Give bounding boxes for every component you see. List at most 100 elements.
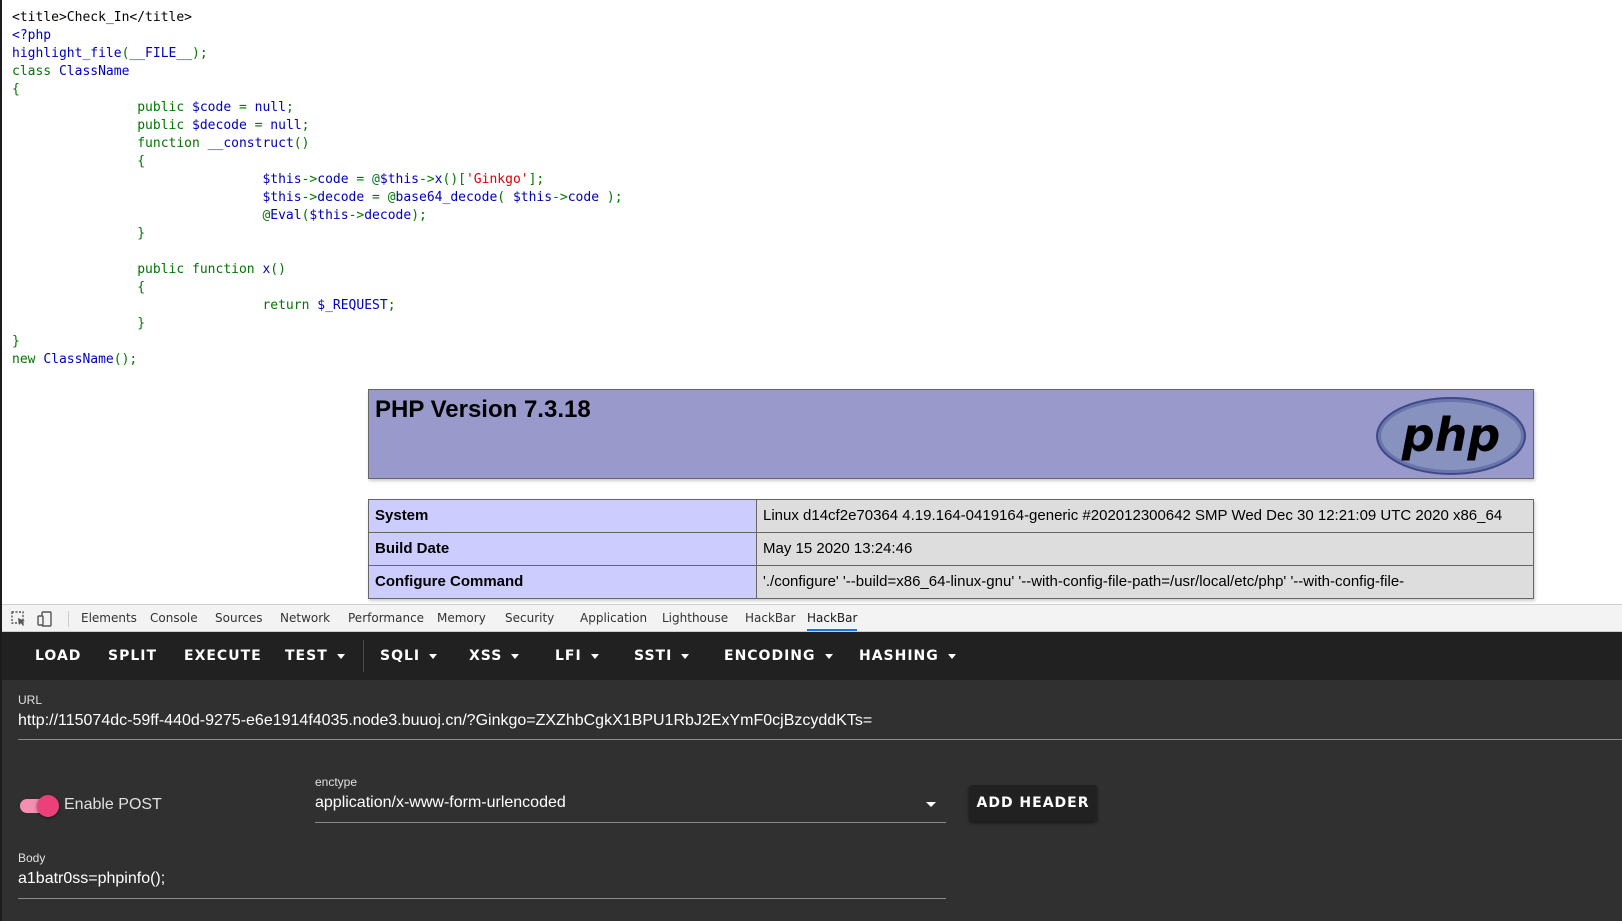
phpinfo-key: System — [368, 499, 757, 533]
code-token: function — [12, 136, 208, 151]
devtools-tab-hackbar[interactable]: HackBar — [745, 605, 795, 631]
code-token: new — [12, 352, 44, 367]
button-label: LFI — [555, 648, 582, 664]
devtools-tab-memory[interactable]: Memory — [437, 605, 486, 631]
enable-post-switch-thumb[interactable] — [37, 795, 59, 817]
devtools-tab-performance[interactable]: Performance — [348, 605, 424, 631]
caret-down-icon — [824, 653, 833, 659]
ssti-button[interactable]: SSTI — [634, 632, 690, 680]
code-token: -> — [348, 208, 365, 223]
load-button[interactable]: LOAD — [35, 632, 81, 680]
code-token: $this — [512, 190, 553, 205]
code-line: } — [12, 225, 623, 243]
toolbar-separator — [363, 640, 364, 672]
code-token: ClassName — [43, 352, 114, 367]
window-left-border — [0, 0, 2, 921]
code-token: public — [12, 262, 193, 277]
code-token: null — [254, 100, 286, 115]
code-token: null — [270, 118, 302, 133]
enctype-select[interactable]: application/x-www-form-urlencoded — [315, 790, 946, 823]
body-input[interactable]: a1batr0ss=phpinfo(); — [18, 866, 946, 899]
code-token: { — [12, 280, 146, 295]
code-token: __construct — [207, 136, 294, 151]
code-line: $this->decode = @base64_decode( $this->c… — [12, 189, 623, 207]
code-token: Eval — [270, 208, 302, 223]
caret-down-icon — [336, 653, 345, 659]
test-button[interactable]: TEST — [285, 632, 345, 680]
url-input[interactable]: http://115074dc-59ff-440d-9275-e6e1914f4… — [18, 708, 1622, 740]
code-token: = @ — [372, 190, 396, 205]
inspect-element-icon[interactable] — [10, 610, 28, 628]
code-line: @Eval($this->decode); — [12, 207, 623, 225]
code-token: = @ — [356, 172, 380, 187]
xss-button[interactable]: XSS — [469, 632, 520, 680]
button-label: TEST — [285, 648, 328, 664]
devtools-separator — [68, 611, 69, 627]
devtools-tab-network[interactable]: Network — [280, 605, 330, 631]
code-token: ()[ — [442, 172, 466, 187]
phpinfo-output: PHP Version 7.3.18 php System Linux d14cf… — [368, 389, 1534, 599]
code-token: ClassName — [58, 64, 130, 79]
code-token: { — [12, 154, 146, 169]
devtools-tab-lighthouse[interactable]: Lighthouse — [662, 605, 728, 631]
code-token: ; — [285, 100, 294, 115]
code-line: } — [12, 315, 623, 333]
devtools-tab-hackbar-2[interactable]: HackBar — [807, 605, 858, 631]
add-header-button[interactable]: ADD HEADER — [969, 785, 1097, 821]
code-line: return $_REQUEST; — [12, 297, 623, 315]
sqli-button[interactable]: SQLI — [380, 632, 438, 680]
code-token: { — [12, 82, 20, 97]
hackbar-toolbar: LOAD SPLIT EXECUTE TEST SQLI XSS LFI SSTI ENCODI… — [0, 632, 1622, 680]
button-label: SQLI — [380, 648, 421, 664]
encoding-button[interactable]: ENCODING — [724, 632, 833, 680]
code-token: ); — [606, 190, 623, 205]
code-token: $this — [262, 190, 302, 205]
devtools-tab-strip: Elements Console Sources Network Performance… — [0, 604, 1622, 632]
code-token: ]; — [528, 172, 545, 187]
php-source-code: <title>Check_In</title> <?php highlight_fi… — [12, 9, 623, 369]
hashing-button[interactable]: HASHING — [859, 632, 956, 680]
code-line: { — [12, 153, 623, 171]
code-token: -> — [301, 172, 318, 187]
execute-button[interactable]: EXECUTE — [184, 632, 262, 680]
devtools-tab-sources[interactable]: Sources — [215, 605, 262, 631]
chevron-down-icon[interactable] — [926, 802, 936, 807]
device-toolbar-icon[interactable] — [36, 610, 54, 628]
code-token: code — [567, 190, 607, 205]
devtools-tab-security[interactable]: Security — [505, 605, 554, 631]
code-token: $this — [379, 172, 420, 187]
code-token: = — [238, 100, 255, 115]
code-token: (); — [113, 352, 138, 367]
code-token: x — [434, 172, 443, 187]
code-token: decode — [317, 190, 373, 205]
code-token: = — [254, 118, 271, 133]
code-line: public $code = null; — [12, 99, 623, 117]
code-line: <title>Check_In</title> — [12, 9, 623, 27]
code-line: public function x() — [12, 261, 623, 279]
button-label: SPLIT — [108, 648, 158, 664]
code-line: function __construct() — [12, 135, 623, 153]
devtools-tab-application[interactable]: Application — [580, 605, 647, 631]
code-line: highlight_file(__FILE__); — [12, 45, 623, 63]
phpinfo-row: System Linux d14cf2e70364 4.19.164-041916… — [368, 499, 1534, 533]
lfi-button[interactable]: LFI — [555, 632, 599, 680]
code-token: ; — [387, 298, 396, 313]
code-token: base64_decode — [395, 190, 498, 205]
code-token: <?php — [12, 28, 52, 43]
code-line: class ClassName — [12, 63, 623, 81]
code-line: <?php — [12, 27, 623, 45]
code-token: $_REQUEST — [317, 298, 388, 313]
code-token: class — [12, 64, 59, 79]
code-token: -> — [419, 172, 435, 187]
php-logo-icon: php — [1376, 397, 1526, 475]
split-button[interactable]: SPLIT — [108, 632, 157, 680]
phpinfo-row: Configure Command './configure' '--build=… — [368, 565, 1534, 599]
button-label: EXECUTE — [184, 648, 262, 664]
button-label: ENCODING — [724, 648, 816, 664]
devtools-tab-console[interactable]: Console — [150, 605, 198, 631]
body-label: Body — [18, 851, 46, 865]
code-token: $this — [309, 208, 349, 223]
devtools-tab-elements[interactable]: Elements — [81, 605, 137, 631]
